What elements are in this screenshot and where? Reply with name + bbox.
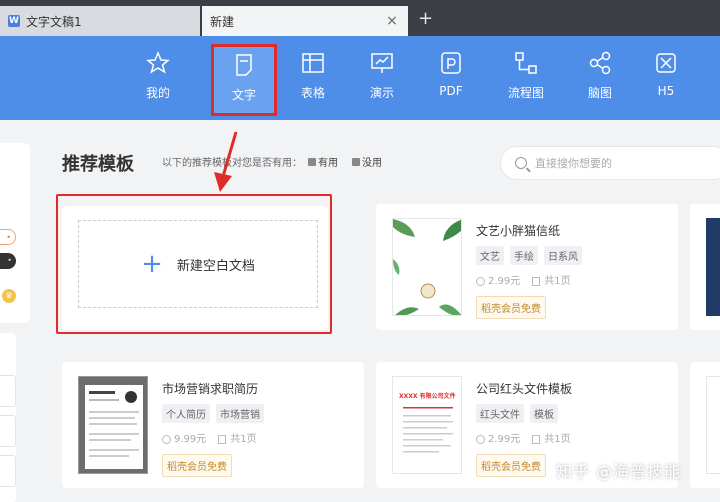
watermark: 知乎 @海普技能 (556, 462, 682, 481)
annotation-arrow-icon (214, 131, 238, 192)
